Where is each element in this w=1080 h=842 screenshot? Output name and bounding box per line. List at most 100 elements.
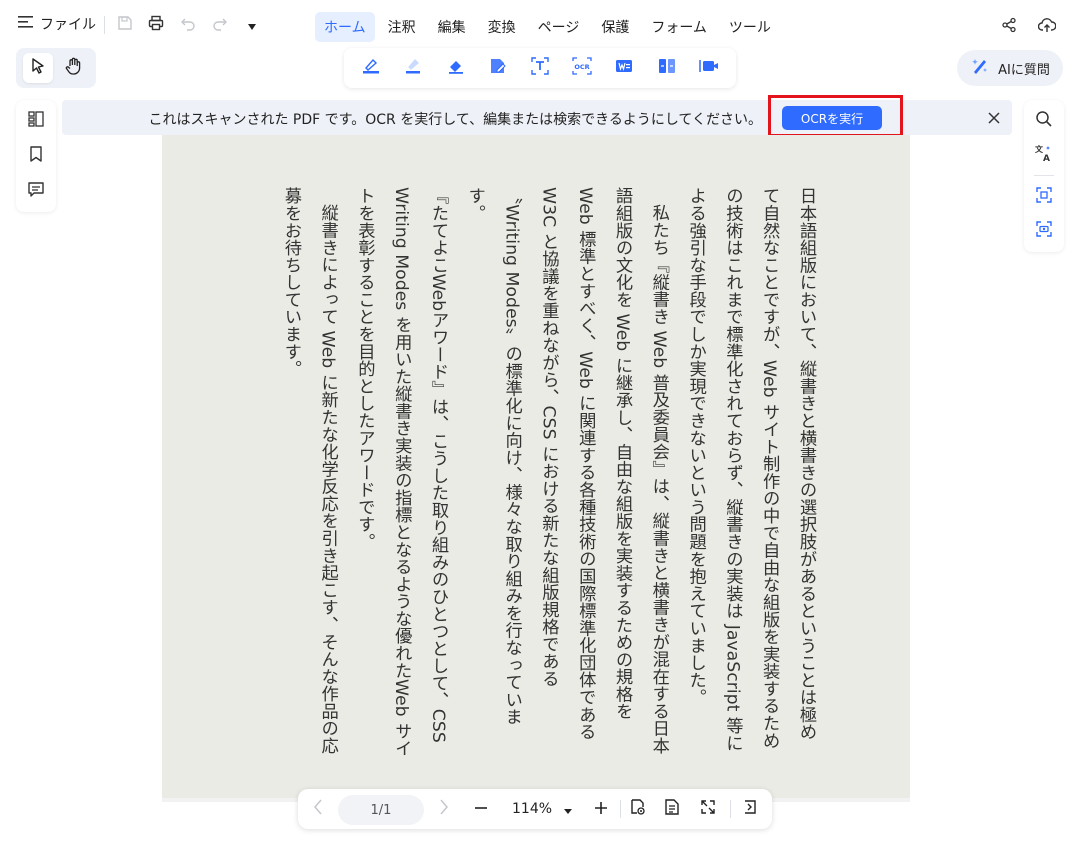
zoom-level[interactable]: 114%: [512, 801, 552, 817]
document-icon: [663, 798, 681, 820]
top-menu-bar: ファイル ホーム 注釈 編集 変換 ページ 保護 フォーム ツール: [0, 0, 1080, 52]
plus-icon: [594, 800, 608, 819]
hand-tool-button[interactable]: [59, 53, 89, 83]
search-button[interactable]: [1031, 108, 1057, 134]
edit-document-icon: [488, 56, 508, 80]
file-menu-button[interactable]: ファイル: [18, 14, 96, 34]
share-icon: [1001, 17, 1017, 37]
tab-convert[interactable]: 変換: [479, 12, 525, 42]
right-sidebar: 文A: [1024, 100, 1064, 252]
undo-icon: [180, 15, 196, 35]
quick-access-dropdown[interactable]: [241, 14, 263, 36]
fit-page-button[interactable]: [696, 795, 720, 823]
redo-button[interactable]: [209, 14, 231, 36]
tab-protect[interactable]: 保護: [592, 12, 638, 42]
eraser-tool-button[interactable]: [443, 55, 469, 81]
divider: [730, 800, 731, 818]
left-sidebar: [16, 100, 56, 212]
convert-to-word-button[interactable]: [611, 55, 637, 81]
ai-ask-label: AIに質問: [998, 62, 1050, 78]
chevron-right-icon: [439, 799, 449, 819]
svg-text:OCR: OCR: [575, 63, 590, 71]
zoom-in-button[interactable]: [590, 795, 612, 823]
bookmarks-button[interactable]: [23, 143, 49, 169]
comments-button[interactable]: [23, 178, 49, 204]
chevron-left-icon: [313, 799, 323, 819]
svg-text:文: 文: [1035, 144, 1044, 154]
compare-icon: [657, 56, 677, 80]
underline-tool-button[interactable]: [400, 55, 426, 81]
pointer-mode-group: [16, 48, 96, 88]
home-tools-group: OCR: [344, 48, 736, 88]
undo-button[interactable]: [177, 14, 199, 36]
paragraph: 『たてよこWebアワード』は、こうした取り組みのひとつとして、CSS Writi…: [354, 187, 449, 757]
top-right-actions: [996, 14, 1060, 40]
vertical-text-block: 日本語組版において、縦書きと横書きの選択肢があるということは極めて自然なことです…: [272, 187, 824, 757]
tab-form[interactable]: フォーム: [642, 12, 716, 42]
ocr-tool-button[interactable]: OCR: [569, 55, 595, 81]
file-menu-label: ファイル: [40, 17, 96, 33]
crop-button[interactable]: [1031, 184, 1057, 210]
thumbnails-button[interactable]: [23, 108, 49, 134]
crop-icon: [1035, 186, 1053, 208]
menu-tabs: ホーム 注釈 編集 変換 ページ 保護 フォーム ツール: [315, 12, 780, 42]
translate-icon: 文A: [1034, 143, 1054, 167]
tab-tools[interactable]: ツール: [720, 12, 780, 42]
paragraph: 縦書きによって Web に新たな化学反応を引き起こす、そんな作品の応募をお待ちし…: [280, 187, 338, 755]
comment-icon: [27, 180, 45, 202]
divider: [104, 16, 105, 34]
document-page[interactable]: 日本語組版において、縦書きと横書きの選択肢があるということは極めて自然なことです…: [162, 135, 910, 798]
svg-text:A: A: [1043, 154, 1050, 163]
page-number-input[interactable]: 1/1: [338, 795, 424, 825]
translate-button[interactable]: 文A: [1031, 142, 1057, 168]
record-icon: [698, 56, 720, 80]
select-tool-button[interactable]: [23, 53, 53, 83]
edit-text-button[interactable]: [485, 55, 511, 81]
share-button[interactable]: [996, 14, 1022, 40]
tab-annotation[interactable]: 注釈: [379, 12, 425, 42]
caret-down-icon: [247, 16, 257, 35]
hand-icon: [65, 57, 83, 79]
view-settings-button[interactable]: [626, 795, 650, 823]
caret-down-icon: [564, 800, 572, 819]
paragraph: 日本語組版において、縦書きと横書きの選択肢があるということは極めて自然なことです…: [685, 187, 816, 752]
print-button[interactable]: [145, 14, 167, 36]
cloud-upload-button[interactable]: [1034, 14, 1060, 40]
highlighter-icon: [361, 56, 381, 80]
tab-page[interactable]: ページ: [529, 12, 589, 42]
zoom-out-button[interactable]: [470, 795, 492, 823]
screenshot-button[interactable]: [1031, 218, 1057, 244]
save-button[interactable]: [114, 14, 136, 36]
word-document-icon: [614, 56, 634, 80]
ai-sparkle-icon: [970, 56, 990, 80]
highlight-tool-button[interactable]: [358, 55, 384, 81]
text-recognition-button[interactable]: [527, 55, 553, 81]
next-page-button[interactable]: [434, 795, 454, 823]
screen-record-button[interactable]: [696, 55, 722, 81]
text-scan-icon: [530, 56, 550, 80]
page-layout-button[interactable]: [660, 795, 684, 823]
search-icon: [1035, 110, 1053, 132]
collapse-panel-button[interactable]: [738, 795, 762, 823]
divider: [620, 800, 621, 818]
marker-icon: [403, 56, 423, 80]
screenshot-icon: [1035, 220, 1053, 242]
save-icon: [117, 15, 133, 35]
bottom-navigation-bar: 1/1 114%: [298, 789, 772, 829]
bookmark-icon: [28, 145, 44, 167]
previous-page-button[interactable]: [308, 795, 328, 823]
divider: [1034, 175, 1054, 177]
ai-ask-button[interactable]: AIに質問: [957, 50, 1063, 86]
cloud-upload-icon: [1037, 17, 1057, 37]
close-icon: [988, 109, 1000, 128]
page-text-area: 日本語組版において、縦書きと横書きの選択肢があるということは極めて自然なことです…: [272, 187, 824, 757]
run-ocr-button[interactable]: OCRを実行: [782, 106, 882, 130]
compare-button[interactable]: [654, 55, 680, 81]
eraser-icon: [446, 56, 466, 80]
zoom-dropdown[interactable]: [560, 795, 576, 823]
tab-home[interactable]: ホーム: [315, 12, 375, 42]
thumbnails-icon: [27, 110, 45, 132]
expand-icon: [700, 799, 716, 819]
tab-edit[interactable]: 編集: [429, 12, 475, 42]
banner-close-button[interactable]: [984, 108, 1004, 128]
